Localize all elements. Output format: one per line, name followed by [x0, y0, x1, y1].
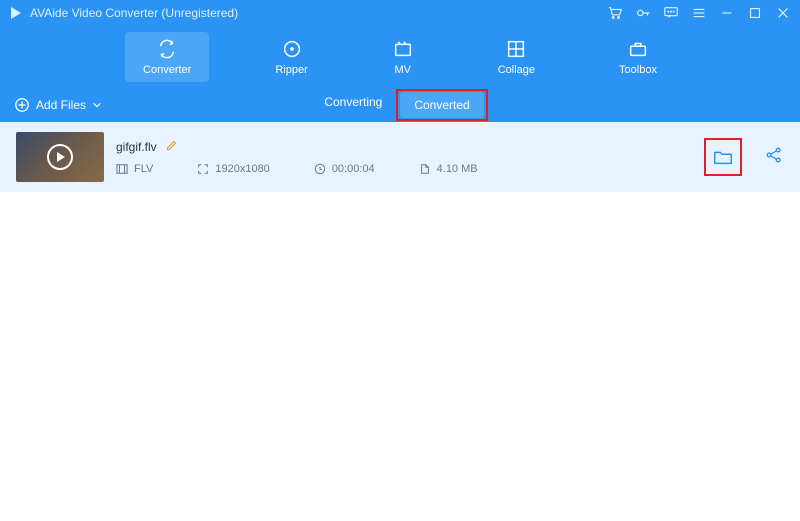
meta-size-value: 4.10 MB	[437, 163, 478, 175]
tab-converting[interactable]: Converting	[310, 89, 396, 121]
play-icon	[47, 144, 73, 170]
file-name: gifgif.flv	[116, 140, 157, 154]
nav-label: Toolbox	[619, 64, 657, 76]
meta-duration-value: 00:00:04	[332, 163, 375, 175]
file-info: gifgif.flv FLV 1920x1080 00:00:04	[116, 139, 692, 175]
meta-resolution-value: 1920x1080	[215, 163, 269, 175]
window-controls	[606, 4, 792, 22]
meta-format: FLV	[116, 163, 153, 175]
tab-label: Converting	[324, 95, 382, 109]
mv-icon	[392, 38, 414, 60]
meta-size: 4.10 MB	[419, 163, 478, 175]
chevron-down-icon	[92, 100, 102, 110]
row-actions	[704, 138, 784, 176]
nav-item-toolbox[interactable]: Toolbox	[601, 32, 675, 82]
share-icon	[764, 145, 784, 165]
titlebar: AVAide Video Converter (Unregistered)	[0, 0, 800, 26]
close-button[interactable]	[774, 4, 792, 22]
tab-converted[interactable]: Converted	[400, 92, 483, 118]
nav-item-mv[interactable]: MV	[374, 32, 432, 82]
key-icon[interactable]	[634, 4, 652, 22]
nav-item-collage[interactable]: Collage	[480, 32, 553, 82]
main-nav: Converter Ripper MV Collage Toolbox	[0, 26, 800, 88]
minimize-button[interactable]	[718, 4, 736, 22]
nav-label: MV	[394, 64, 411, 76]
highlight-open-folder	[704, 138, 742, 176]
toolbox-icon	[627, 38, 649, 60]
nav-item-ripper[interactable]: Ripper	[257, 32, 325, 82]
converter-icon	[156, 38, 178, 60]
tab-label: Converted	[414, 98, 469, 112]
menu-icon[interactable]	[690, 4, 708, 22]
film-icon	[116, 163, 128, 175]
edit-name-button[interactable]	[165, 139, 178, 155]
meta-resolution: 1920x1080	[197, 163, 269, 175]
open-folder-button[interactable]	[708, 142, 738, 172]
file-icon	[419, 163, 431, 175]
file-row: gifgif.flv FLV 1920x1080 00:00:04	[0, 122, 800, 192]
nav-label: Collage	[498, 64, 535, 76]
resolution-icon	[197, 163, 209, 175]
content-area: gifgif.flv FLV 1920x1080 00:00:04	[0, 122, 800, 521]
nav-label: Ripper	[275, 64, 307, 76]
maximize-button[interactable]	[746, 4, 764, 22]
app-logo-icon	[8, 5, 24, 21]
cart-icon[interactable]	[606, 4, 624, 22]
add-files-label: Add Files	[36, 98, 86, 112]
window-title: AVAide Video Converter (Unregistered)	[30, 6, 238, 20]
share-button[interactable]	[764, 145, 784, 170]
sub-nav: Add Files Converting Converted	[0, 88, 800, 122]
folder-icon	[712, 146, 734, 168]
feedback-icon[interactable]	[662, 4, 680, 22]
highlight-converted-tab: Converted	[396, 89, 487, 121]
clock-icon	[314, 163, 326, 175]
add-files-button[interactable]: Add Files	[14, 97, 102, 113]
nav-label: Converter	[143, 64, 191, 76]
nav-item-converter[interactable]: Converter	[125, 32, 209, 82]
meta-duration: 00:00:04	[314, 163, 375, 175]
collage-icon	[505, 38, 527, 60]
video-thumbnail[interactable]	[16, 132, 104, 182]
ripper-icon	[281, 38, 303, 60]
meta-format-value: FLV	[134, 163, 153, 175]
